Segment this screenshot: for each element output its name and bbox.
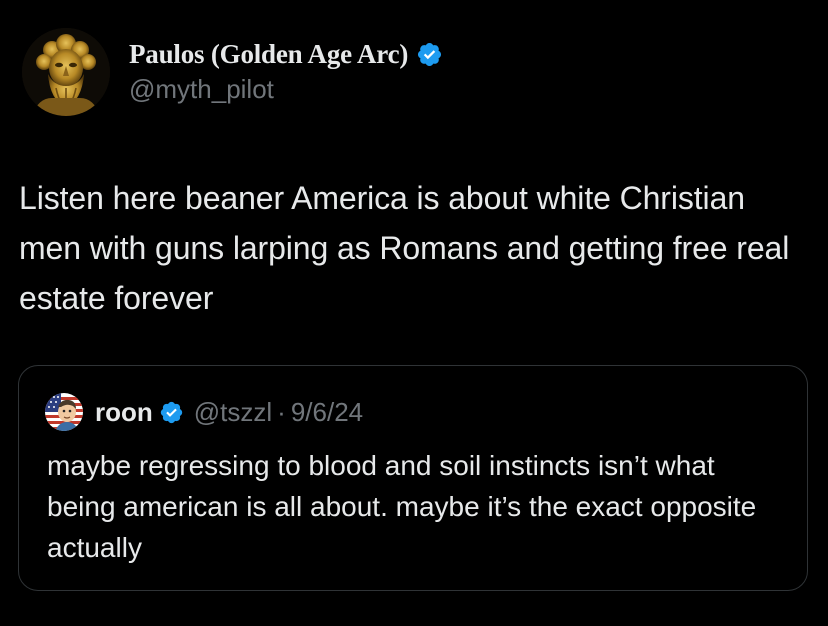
author-avatar[interactable] xyxy=(22,28,110,116)
quoted-author-display-name[interactable]: roon xyxy=(95,397,153,428)
quoted-author-avatar[interactable] xyxy=(45,393,83,431)
author-row: Paulos (Golden Age Arc) @myth_pilot xyxy=(22,24,443,120)
author-display-name[interactable]: Paulos (Golden Age Arc) xyxy=(129,39,408,70)
author-handle[interactable]: @myth_pilot xyxy=(129,74,443,105)
quoted-tweet-card[interactable]: roon @tszzl · 9/6/24 maybe regressing to… xyxy=(18,365,808,591)
flag-cartoon-avatar-icon xyxy=(45,393,83,431)
statue-avatar-icon xyxy=(22,28,110,116)
quoted-tweet-date[interactable]: 9/6/24 xyxy=(291,397,363,428)
quoted-tweet-header: roon @tszzl · 9/6/24 xyxy=(45,393,363,431)
tweet: Paulos (Golden Age Arc) @myth_pilot List… xyxy=(0,0,828,626)
quoted-author-handle[interactable]: @tszzl xyxy=(194,397,272,428)
verified-badge-icon[interactable] xyxy=(416,41,443,68)
separator-dot: · xyxy=(277,396,286,427)
display-name-row: Paulos (Golden Age Arc) xyxy=(129,37,443,71)
verified-badge-icon[interactable] xyxy=(159,400,184,425)
tweet-text: Listen here beaner America is about whit… xyxy=(19,180,790,316)
author-names: Paulos (Golden Age Arc) @myth_pilot xyxy=(129,37,443,105)
quoted-tweet-text: maybe regressing to blood and soil insti… xyxy=(47,450,757,563)
